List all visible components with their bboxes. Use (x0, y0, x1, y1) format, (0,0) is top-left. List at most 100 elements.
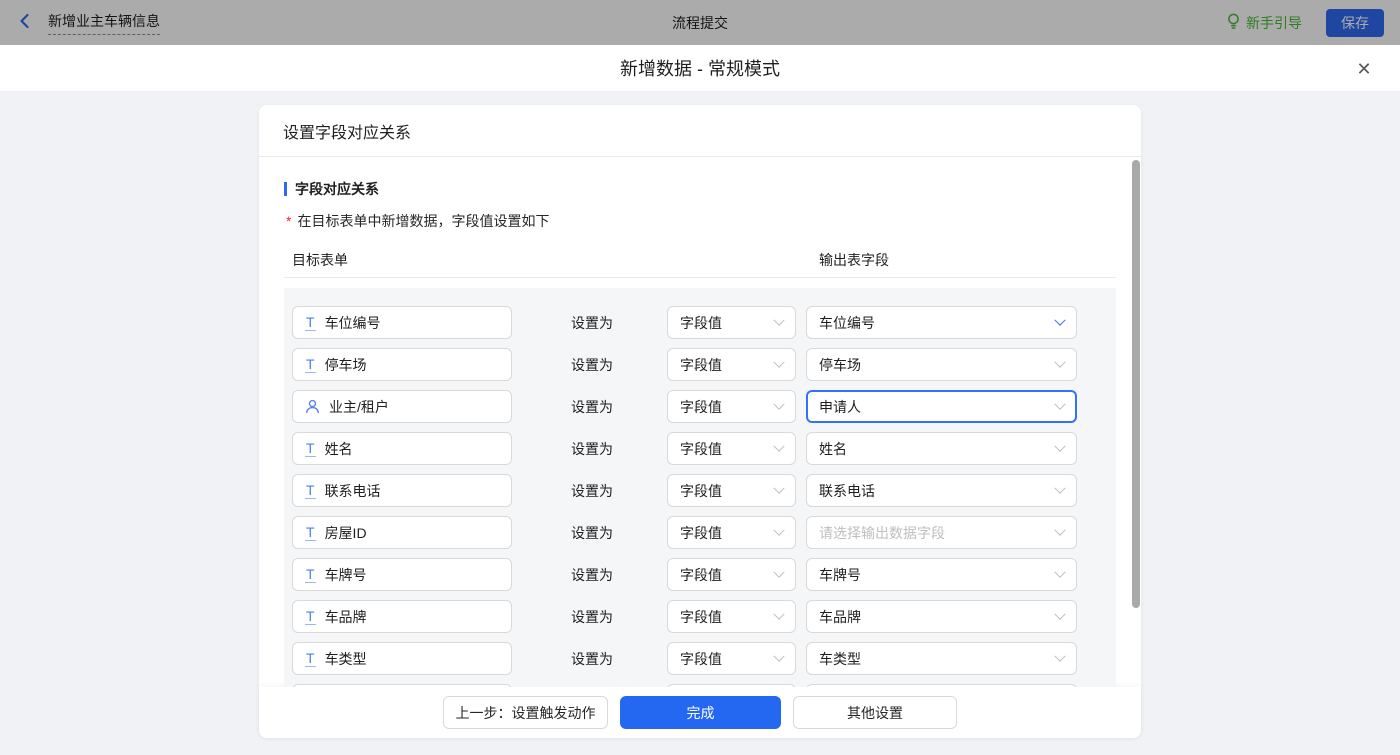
new-data-modal: 新增数据 - 常规模式 ✕ 设置字段对应关系 字段对应关系 * 在目标表单中新增… (0, 45, 1400, 755)
set-as-label: 设置为 (571, 607, 627, 627)
modal-header: 新增数据 - 常规模式 ✕ (0, 45, 1400, 92)
required-asterisk: * (286, 213, 291, 229)
section-title-text: 字段对应关系 (295, 179, 379, 199)
chevron-down-icon (1054, 524, 1065, 535)
target-field-label: 业主/租户 (329, 397, 389, 417)
table-row: T 车类型 设置为 字段值 车类型 (292, 642, 1116, 675)
chevron-down-icon (1054, 566, 1065, 577)
set-as-label: 设置为 (571, 523, 627, 543)
target-field-label: 联系电话 (325, 481, 381, 501)
set-as-label: 设置为 (571, 313, 627, 333)
set-as-label: 设置为 (571, 439, 627, 459)
target-field-box: T 车牌号 (292, 558, 512, 591)
set-as-label: 设置为 (571, 481, 627, 501)
section-title: 字段对应关系 (284, 179, 1116, 199)
output-field-select[interactable]: 申请人 (806, 390, 1077, 423)
output-field-select[interactable]: 车牌号 (806, 558, 1077, 591)
chevron-down-icon (773, 482, 784, 493)
text-field-icon: T (305, 357, 316, 373)
target-field-box: T 车类型 (292, 642, 512, 675)
section-accent-bar (284, 182, 287, 196)
value-type-select[interactable]: 字段值 (667, 558, 796, 591)
text-field-icon: T (305, 567, 316, 583)
set-as-label: 设置为 (571, 649, 627, 669)
value-type-select[interactable] (667, 684, 796, 687)
output-field-select[interactable]: 车类型 (806, 642, 1077, 675)
target-field-label: 停车场 (325, 355, 367, 375)
card-header-title: 设置字段对应关系 (259, 105, 1141, 157)
value-type-select[interactable]: 字段值 (667, 390, 796, 423)
table-row: T 车牌号 设置为 字段值 车牌号 (292, 558, 1116, 591)
table-row: T 房屋ID 设置为 字段值 请选择输出数据字段 (292, 516, 1116, 549)
output-field-select[interactable]: 车品牌 (806, 600, 1077, 633)
field-mapping-card: 设置字段对应关系 字段对应关系 * 在目标表单中新增数据，字段值设置如下 目标表… (259, 105, 1141, 738)
target-field-box (292, 684, 512, 687)
scrollbar-thumb[interactable] (1132, 160, 1140, 608)
value-type-select[interactable]: 字段值 (667, 516, 796, 549)
chevron-down-icon (1054, 650, 1065, 661)
target-field-label: 姓名 (325, 439, 353, 459)
text-field-icon: T (305, 525, 316, 541)
card-footer: 上一步：设置触发动作 完成 其他设置 (259, 687, 1141, 738)
modal-dim-overlay (0, 0, 1400, 45)
target-field-label: 车类型 (325, 649, 367, 669)
chevron-down-icon (773, 524, 784, 535)
table-row: T 联系电话 设置为 字段值 联系电话 (292, 474, 1116, 507)
output-field-select[interactable]: 车位编号 (806, 306, 1077, 339)
output-field-select[interactable]: 联系电话 (806, 474, 1077, 507)
previous-step-button[interactable]: 上一步：设置触发动作 (443, 696, 608, 729)
value-type-select[interactable]: 字段值 (667, 432, 796, 465)
modal-title: 新增数据 - 常规模式 (620, 55, 780, 81)
chevron-down-icon (1054, 440, 1065, 451)
target-field-box: T 姓名 (292, 432, 512, 465)
done-button[interactable]: 完成 (620, 696, 781, 729)
value-type-select[interactable]: 字段值 (667, 474, 796, 507)
other-settings-button[interactable]: 其他设置 (793, 696, 957, 729)
chevron-down-icon (773, 650, 784, 661)
text-field-icon: T (305, 441, 316, 457)
text-field-icon: T (305, 483, 316, 499)
value-type-select[interactable]: 字段值 (667, 600, 796, 633)
text-field-icon: T (305, 609, 316, 625)
target-field-label: 车牌号 (325, 565, 367, 585)
card-body: 字段对应关系 * 在目标表单中新增数据，字段值设置如下 目标表单 输出表字段 T… (259, 157, 1141, 687)
table-row: 业主/租户 设置为 字段值 申请人 (292, 390, 1116, 423)
field-mapping-list: T 车位编号 设置为 字段值 车位编号 T (284, 288, 1116, 687)
chevron-down-icon (1054, 356, 1065, 367)
chevron-down-icon (1054, 482, 1065, 493)
chevron-down-icon (1054, 398, 1065, 409)
output-field-select[interactable] (806, 684, 1077, 687)
text-field-icon: T (305, 651, 316, 667)
chevron-down-icon (773, 608, 784, 619)
value-type-select[interactable]: 字段值 (667, 348, 796, 381)
column-header-output-field: 输出表字段 (819, 250, 889, 270)
user-icon (305, 399, 320, 414)
output-field-select[interactable]: 停车场 (806, 348, 1077, 381)
section-note-text: 在目标表单中新增数据，字段值设置如下 (297, 211, 549, 231)
text-field-icon: T (305, 315, 316, 331)
table-row: T 停车场 设置为 字段值 停车场 (292, 348, 1116, 381)
chevron-down-icon (773, 356, 784, 367)
chevron-down-icon (1054, 314, 1065, 325)
output-field-select[interactable]: 请选择输出数据字段 (806, 516, 1077, 549)
set-as-label: 设置为 (571, 565, 627, 585)
column-header-target-form: 目标表单 (292, 250, 348, 270)
chevron-down-icon (1054, 608, 1065, 619)
output-field-select[interactable]: 姓名 (806, 432, 1077, 465)
value-type-select[interactable]: 字段值 (667, 642, 796, 675)
close-icon[interactable]: ✕ (1352, 57, 1376, 81)
target-field-box: T 房屋ID (292, 516, 512, 549)
target-field-box: T 车品牌 (292, 600, 512, 633)
value-type-select[interactable]: 字段值 (667, 306, 796, 339)
table-row: T 车品牌 设置为 字段值 车品牌 (292, 600, 1116, 633)
target-field-box: T 停车场 (292, 348, 512, 381)
section-note: * 在目标表单中新增数据，字段值设置如下 (284, 211, 1116, 231)
chevron-down-icon (773, 398, 784, 409)
table-row: T 车位编号 设置为 字段值 车位编号 (292, 306, 1116, 339)
target-field-label: 房屋ID (325, 523, 367, 543)
table-row: T 姓名 设置为 字段值 姓名 (292, 432, 1116, 465)
target-field-box: T 车位编号 (292, 306, 512, 339)
table-row-partial (292, 684, 1116, 687)
chevron-down-icon (773, 314, 784, 325)
set-as-label: 设置为 (571, 355, 627, 375)
